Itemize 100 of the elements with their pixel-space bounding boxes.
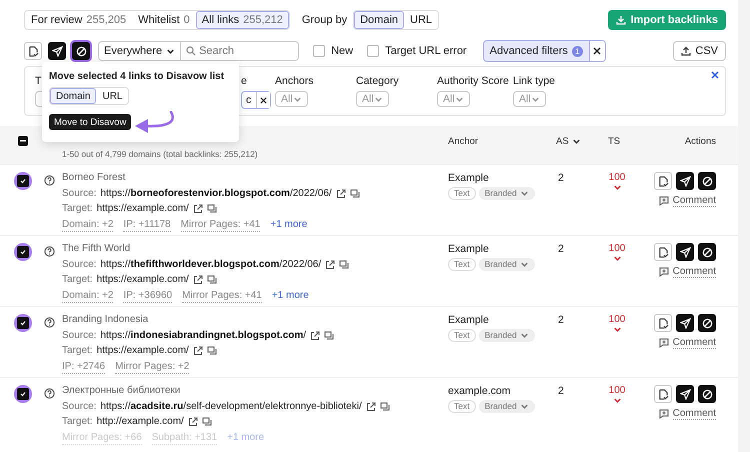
paper-plane-icon [680, 388, 690, 400]
anchor-text: Example [448, 243, 490, 255]
external-link-icon[interactable] [310, 330, 320, 341]
block-icon [702, 176, 712, 186]
external-link-icon[interactable] [366, 402, 376, 412]
checkbox[interactable] [367, 45, 380, 57]
anchor-category-dropdown[interactable]: Branded [478, 400, 535, 413]
scope-dropdown[interactable]: Everywhere [98, 41, 182, 61]
copy-icon[interactable] [202, 417, 212, 428]
more-link[interactable]: +1 more [270, 218, 308, 232]
document-check-icon [658, 318, 668, 328]
comment-link[interactable]: Comment [658, 408, 716, 420]
row-action-button[interactable] [676, 243, 694, 261]
row-checkbox[interactable] [17, 388, 29, 400]
checkmark-icon [20, 178, 26, 184]
external-link-icon[interactable] [192, 204, 203, 214]
copy-icon[interactable] [206, 346, 217, 356]
related-tag[interactable]: IP: +2746 [62, 360, 106, 374]
target-url[interactable]: https://example.com/ [96, 203, 189, 216]
toolbar-button[interactable] [72, 42, 90, 60]
group-option[interactable]: Domain [354, 11, 404, 29]
row-action-button[interactable] [698, 385, 716, 403]
source-url[interactable]: https://acadsite.ru/self-development/elektronnye-biblioteki/ [100, 400, 362, 413]
external-link-icon[interactable] [192, 275, 203, 286]
filter-tab[interactable]: All links 255,212 [196, 11, 289, 29]
question-icon[interactable] [44, 317, 55, 328]
search-field[interactable]: Search [181, 41, 300, 61]
anchor-category-dropdown[interactable]: Branded [478, 329, 535, 342]
question-icon[interactable] [44, 175, 55, 186]
domain-title: Borneo Forest [62, 172, 126, 184]
related-tag[interactable]: IP: +11178 [123, 218, 171, 232]
copy-icon[interactable] [324, 330, 334, 341]
comment-link[interactable]: Comment [658, 266, 716, 278]
source-label: Source: [62, 188, 96, 200]
copy-icon[interactable] [206, 204, 217, 214]
comment-link[interactable]: Comment [658, 337, 716, 349]
row-action-button[interactable] [698, 243, 716, 261]
checkbox-label: Target URL error [385, 45, 467, 57]
copy-icon[interactable] [206, 275, 217, 286]
related-tag[interactable]: Domain: +2 [62, 290, 114, 303]
related-tag[interactable]: Domain: +2 [62, 218, 114, 232]
row-checkbox[interactable] [17, 246, 29, 258]
external-link-icon[interactable] [336, 188, 346, 199]
row-action-button[interactable] [676, 314, 694, 332]
anchor-type-tag: Text [448, 258, 476, 271]
sort-icon [572, 137, 581, 146]
anchor-category-dropdown[interactable]: Branded [478, 187, 535, 200]
block-icon [702, 388, 712, 400]
copy-icon[interactable] [380, 402, 390, 412]
row-checkbox[interactable] [17, 317, 29, 329]
chevron-down-icon [292, 94, 302, 104]
copy-icon[interactable] [350, 188, 360, 199]
close-button[interactable] [588, 41, 605, 61]
source-url[interactable]: https://borneoforestenvior.blogspot.com/2022/06/ [100, 188, 332, 200]
toolbar-button[interactable] [48, 42, 66, 60]
row-checkbox[interactable] [17, 175, 29, 187]
target-url[interactable]: http://example.com/ [96, 416, 184, 428]
row-action-button[interactable] [676, 172, 694, 190]
related-tag[interactable]: Mirror Pages: +41 [182, 290, 262, 303]
filter-select[interactable]: c [241, 91, 271, 109]
related-tag[interactable]: Mirror Pages: +41 [180, 218, 260, 232]
question-icon[interactable] [44, 246, 55, 257]
question-icon[interactable] [44, 388, 55, 399]
csv-export-button[interactable]: CSV [673, 41, 726, 61]
target-label: Target: [62, 345, 93, 358]
column-header[interactable]: AS [556, 136, 569, 147]
filter-label: e [241, 75, 247, 87]
external-link-icon[interactable] [325, 260, 336, 270]
row-action-button[interactable] [676, 385, 694, 403]
paper-plane-icon [680, 176, 690, 186]
target-url[interactable]: https://example.com/ [96, 345, 189, 358]
source-label: Source: [62, 330, 96, 342]
row-action-button[interactable] [698, 314, 716, 332]
comment-link[interactable]: Comment [658, 195, 716, 207]
external-link-icon[interactable] [188, 417, 198, 428]
copy-icon[interactable] [339, 260, 350, 270]
related-tag[interactable]: IP: +36960 [123, 290, 172, 303]
select-all-checkbox[interactable] [18, 136, 28, 146]
move-to-disavow-button[interactable]: Move to Disavow [49, 114, 132, 130]
toxicity-score: 100 [608, 385, 626, 396]
target-label: Target: [62, 274, 93, 286]
filter-label: T [35, 75, 42, 87]
anchor-category-dropdown[interactable]: Branded [478, 258, 535, 271]
disavow-option[interactable]: Domain [50, 88, 96, 104]
checkmark-icon [20, 320, 26, 326]
chevron-down-icon [612, 396, 622, 405]
paper-plane-icon [52, 46, 62, 56]
source-label: Source: [62, 400, 96, 413]
source-url[interactable]: https://thefifthworldever.blogspot.com/2022/06/ [100, 258, 322, 271]
anchor-text: example.com [448, 385, 512, 397]
minus-icon [20, 140, 26, 142]
source-url[interactable]: https://indonesiabrandingnet.blogspot.com/ [100, 330, 306, 342]
clear-button[interactable] [256, 92, 270, 108]
source-label: Source: [62, 258, 96, 271]
external-link-icon[interactable] [192, 346, 203, 356]
row-action-button[interactable] [698, 172, 716, 190]
checkbox[interactable] [313, 45, 326, 57]
more-link[interactable]: +1 more [272, 290, 309, 303]
related-tag[interactable]: Mirror Pages: +2 [115, 360, 190, 374]
target-url[interactable]: https://example.com/ [96, 274, 189, 286]
